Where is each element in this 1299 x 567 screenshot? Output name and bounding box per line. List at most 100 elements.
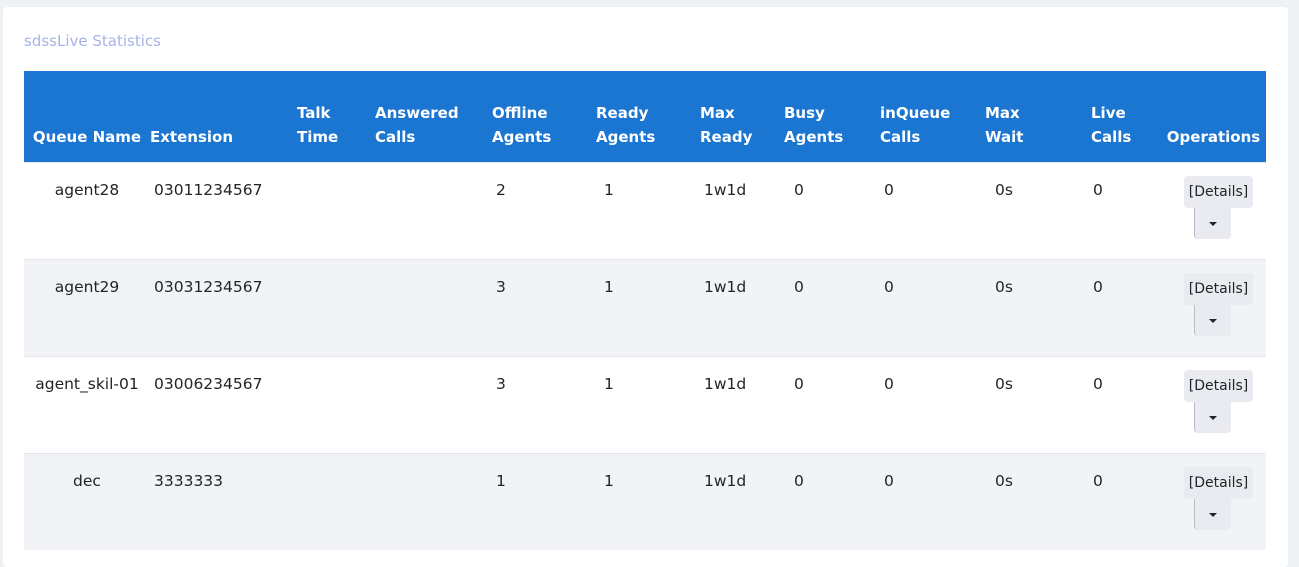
- cell-max-wait: 0s: [985, 162, 1087, 260]
- column-header-inqueue-calls: inQueue Calls: [880, 71, 985, 163]
- cell-operations: [Details]: [1161, 162, 1266, 260]
- cell-offline-agents: 3: [492, 356, 596, 454]
- cell-talk-time: [297, 162, 375, 260]
- header-line1: inQueue: [880, 104, 951, 122]
- cell-talk-time: [297, 259, 375, 357]
- cell-answered-calls: [375, 453, 492, 550]
- column-header-live-calls: Live Calls: [1087, 71, 1161, 163]
- column-header-talk-time: Talk Time: [297, 71, 375, 163]
- cell-max-wait: 0s: [985, 453, 1087, 550]
- cell-offline-agents: 2: [492, 162, 596, 260]
- operations-button-group: [Details]: [1183, 370, 1254, 433]
- cell-busy-agents: 0: [784, 356, 880, 454]
- cell-talk-time: [297, 453, 375, 550]
- cell-queue-name: agent29: [24, 259, 150, 357]
- cell-inqueue-calls: 0: [880, 356, 985, 454]
- cell-busy-agents: 0: [784, 453, 880, 550]
- column-header-offline-agents: Offline Agents: [492, 71, 596, 163]
- header-line2: Agents: [596, 128, 656, 146]
- cell-queue-name: agent_skil-01: [24, 356, 150, 454]
- cell-extension: 03031234567: [150, 259, 297, 357]
- details-button[interactable]: [Details]: [1183, 467, 1254, 499]
- header-line2: Ready: [700, 128, 753, 146]
- cell-operations: [Details]: [1161, 259, 1266, 357]
- details-button[interactable]: [Details]: [1183, 273, 1254, 305]
- cell-max-ready: 1w1d: [700, 162, 784, 260]
- cell-inqueue-calls: 0: [880, 259, 985, 357]
- cell-max-wait: 0s: [985, 259, 1087, 357]
- cell-live-calls: 0: [1087, 453, 1161, 550]
- cell-inqueue-calls: 0: [880, 453, 985, 550]
- caret-down-icon: [1209, 318, 1218, 323]
- cell-ready-agents: 1: [596, 356, 700, 454]
- cell-extension: 03011234567: [150, 162, 297, 260]
- cell-max-ready: 1w1d: [700, 356, 784, 454]
- table-row: agent28 03011234567 2 1 1w1d 0 0 0s 0 [Details]: [24, 162, 1266, 260]
- statistics-card: sdssLive Statistics Queue Name Extension T…: [3, 7, 1288, 567]
- cell-ready-agents: 1: [596, 259, 700, 357]
- caret-down-icon: [1209, 221, 1218, 226]
- cell-answered-calls: [375, 356, 492, 454]
- cell-busy-agents: 0: [784, 162, 880, 260]
- header-line2: Time: [297, 128, 339, 146]
- cell-max-wait: 0s: [985, 356, 1087, 454]
- cell-live-calls: 0: [1087, 162, 1161, 260]
- column-header-extension: Extension: [150, 71, 297, 163]
- cell-ready-agents: 1: [596, 453, 700, 550]
- cell-inqueue-calls: 0: [880, 162, 985, 260]
- header-line2: Calls: [1091, 128, 1132, 146]
- cell-live-calls: 0: [1087, 356, 1161, 454]
- cell-operations: [Details]: [1161, 453, 1266, 550]
- details-button[interactable]: [Details]: [1183, 370, 1254, 402]
- column-header-ready-agents: Ready Agents: [596, 71, 700, 163]
- dropdown-toggle-button[interactable]: [1194, 305, 1232, 336]
- caret-down-icon: [1209, 415, 1218, 420]
- cell-answered-calls: [375, 162, 492, 260]
- column-header-operations: Operations: [1161, 71, 1266, 163]
- cell-extension: 3333333: [150, 453, 297, 550]
- column-header-busy-agents: Busy Agents: [784, 71, 880, 163]
- header-line1: Max: [700, 104, 735, 122]
- header-line2: Calls: [375, 128, 416, 146]
- column-header-queue-name: Queue Name: [24, 71, 150, 163]
- caret-down-icon: [1209, 512, 1218, 517]
- cell-live-calls: 0: [1087, 259, 1161, 357]
- header-line1: Max: [985, 104, 1020, 122]
- header-line1: Live: [1091, 104, 1126, 122]
- cell-max-ready: 1w1d: [700, 259, 784, 357]
- header-row: Queue Name Extension Talk Time Answered Calls…: [24, 71, 1266, 163]
- column-header-max-wait: Max Wait: [985, 71, 1087, 163]
- operations-button-group: [Details]: [1183, 176, 1254, 239]
- header-line2: Extension: [150, 128, 233, 146]
- header-line2: Wait: [985, 128, 1024, 146]
- column-header-answered-calls: Answered Calls: [375, 71, 492, 163]
- queue-stats-table: Queue Name Extension Talk Time Answered Calls…: [24, 71, 1266, 550]
- cell-offline-agents: 3: [492, 259, 596, 357]
- details-button[interactable]: [Details]: [1183, 176, 1254, 208]
- cell-max-ready: 1w1d: [700, 453, 784, 550]
- cell-queue-name: agent28: [24, 162, 150, 260]
- operations-button-group: [Details]: [1183, 273, 1254, 336]
- header-line1: Offline: [492, 104, 548, 122]
- cell-ready-agents: 1: [596, 162, 700, 260]
- table-row: agent29 03031234567 3 1 1w1d 0 0 0s 0 [Details]: [24, 259, 1266, 357]
- cell-offline-agents: 1: [492, 453, 596, 550]
- header-line2: Queue Name: [32, 128, 142, 146]
- cell-talk-time: [297, 356, 375, 454]
- header-line2: Agents: [492, 128, 552, 146]
- column-header-max-ready: Max Ready: [700, 71, 784, 163]
- cell-busy-agents: 0: [784, 259, 880, 357]
- card-title: sdssLive Statistics: [24, 32, 161, 50]
- header-line1: Talk: [297, 104, 331, 122]
- cell-operations: [Details]: [1161, 356, 1266, 454]
- table-row: agent_skil-01 03006234567 3 1 1w1d 0 0 0s 0 [Deta…: [24, 356, 1266, 454]
- dropdown-toggle-button[interactable]: [1194, 402, 1232, 433]
- header-line1: Ready: [596, 104, 649, 122]
- dropdown-toggle-button[interactable]: [1194, 208, 1232, 239]
- cell-extension: 03006234567: [150, 356, 297, 454]
- header-line2: Operations: [1166, 128, 1261, 146]
- cell-queue-name: dec: [24, 453, 150, 550]
- header-line2: Agents: [784, 128, 844, 146]
- header-line2: Calls: [880, 128, 921, 146]
- dropdown-toggle-button[interactable]: [1194, 499, 1232, 530]
